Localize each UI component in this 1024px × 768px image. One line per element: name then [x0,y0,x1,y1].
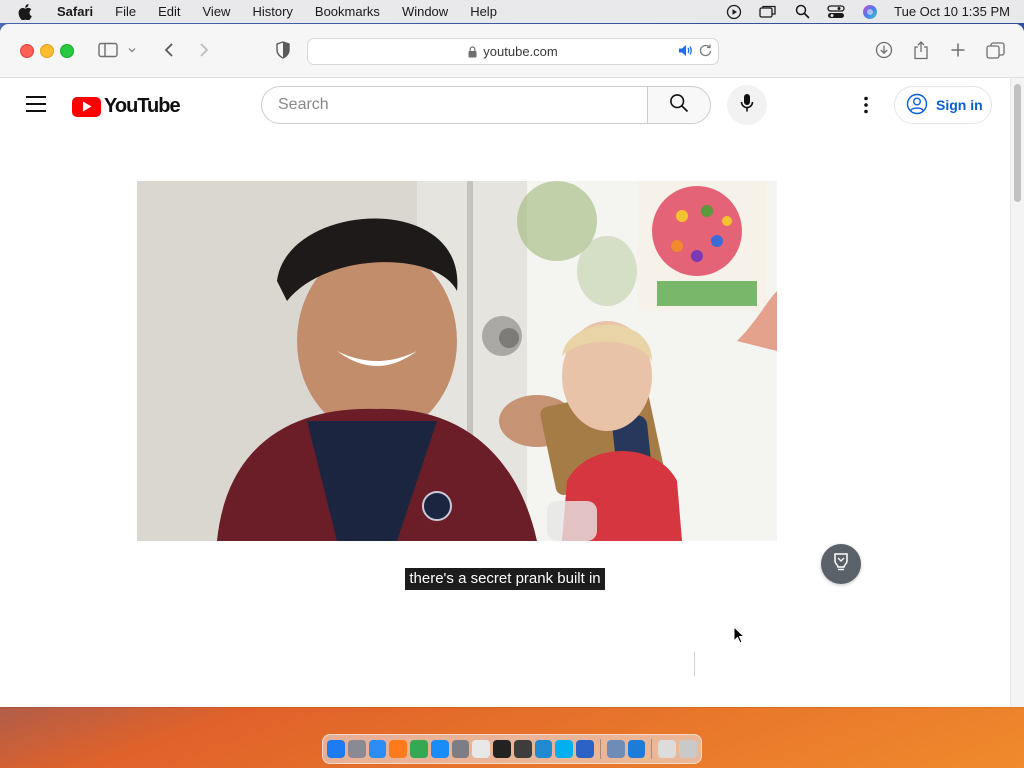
dock-app-store-icon[interactable] [430,740,449,758]
sign-in-button[interactable]: Sign in [894,86,992,124]
spotlight-search-icon[interactable] [792,4,812,20]
youtube-play-icon [72,96,101,117]
menu-view[interactable]: View [192,0,242,23]
menubar-status-area: Tue Oct 10 1:35 PM [724,0,1010,23]
share-icon[interactable] [910,40,932,60]
youtube-page: YouTube Search Sign in there's a secret … [0,78,1010,707]
new-tab-icon[interactable] [947,40,969,60]
back-icon[interactable] [158,40,180,60]
dock-migration-icon[interactable] [576,740,594,758]
forward-icon[interactable] [193,40,215,60]
page-scrollbar[interactable] [1010,78,1024,707]
youtube-wordmark: YouTube [104,95,181,117]
account-icon [906,93,928,118]
sidebar-icon[interactable] [97,40,119,60]
microphone-icon [740,93,754,118]
siri-icon[interactable] [860,4,880,20]
menu-edit[interactable]: Edit [147,0,191,23]
dock-text-edit-icon[interactable] [472,740,491,758]
address-url: youtube.com [483,44,558,59]
search-icon [669,93,689,118]
video-caption: there's a secret prank built in [405,568,605,590]
apple-logo-icon[interactable] [14,0,36,23]
play-circle-icon[interactable] [724,4,744,20]
dock-preview-icon[interactable] [606,740,625,758]
dock-firefox-icon[interactable] [389,740,408,758]
dock-launchpad-icon[interactable] [347,740,366,758]
address-bar[interactable]: youtube.com [307,38,719,65]
lightbulb-icon [831,551,851,578]
menu-window[interactable]: Window [391,0,459,23]
screen-mirror-icon[interactable] [758,4,778,20]
divider [694,652,695,676]
menu-bookmarks[interactable]: Bookmarks [304,0,391,23]
dock-terminal-icon[interactable] [493,740,511,758]
mouse-cursor-icon [733,625,746,649]
video-player[interactable] [137,181,777,541]
privacy-shield-icon[interactable] [272,40,294,60]
dock-xcode-tools-icon[interactable] [513,740,532,758]
dock-trash-icon[interactable] [679,740,697,758]
menu-history[interactable]: History [241,0,303,23]
sign-in-label: Sign in [936,97,983,113]
lock-icon [468,45,477,58]
chevron-down-icon[interactable] [125,40,139,60]
search-placeholder: Search [278,96,329,113]
menu-bar: Safari File Edit View History Bookmarks … [0,0,1024,23]
youtube-logo[interactable]: YouTube [72,95,181,118]
video-frame-image [137,181,777,541]
dock [322,734,702,764]
menubar-clock[interactable]: Tue Oct 10 1:35 PM [894,4,1010,19]
guide-menu-icon[interactable] [26,96,46,112]
dock-skype-icon[interactable] [555,740,574,758]
download-icon[interactable] [873,40,895,60]
safari-window: youtube.com YouTube Search Sign in there… [0,24,1024,707]
tab-overview-icon[interactable] [984,40,1006,60]
search-input[interactable]: Search [261,86,647,124]
dock-safari-icon[interactable] [368,740,387,758]
search-button[interactable] [647,86,711,124]
dock-vs-code-icon[interactable] [534,740,553,758]
scrollbar-thumb[interactable] [1014,84,1021,202]
menu-file[interactable]: File [104,0,147,23]
reload-icon[interactable] [699,43,712,60]
voice-search-button[interactable] [727,85,767,125]
dock-downloads-folder-icon[interactable] [658,740,677,758]
control-center-icon[interactable] [826,4,846,20]
menu-app-name[interactable]: Safari [46,0,104,23]
dock-separator [651,739,653,759]
dock-chrome-icon[interactable] [410,740,428,758]
dock-finder-icon[interactable] [327,740,345,758]
close-window-button[interactable] [20,44,34,58]
browser-toolbar: youtube.com [0,24,1024,78]
more-options-icon[interactable] [856,93,876,117]
zoom-window-button[interactable] [60,44,74,58]
minimize-window-button[interactable] [40,44,54,58]
dock-xcode-icon[interactable] [627,740,646,758]
dock-separator [599,739,601,759]
floating-extension-button[interactable] [821,544,861,584]
menu-help[interactable]: Help [459,0,508,23]
dock-system-settings-icon[interactable] [451,740,470,758]
audio-playing-icon[interactable] [678,44,693,60]
